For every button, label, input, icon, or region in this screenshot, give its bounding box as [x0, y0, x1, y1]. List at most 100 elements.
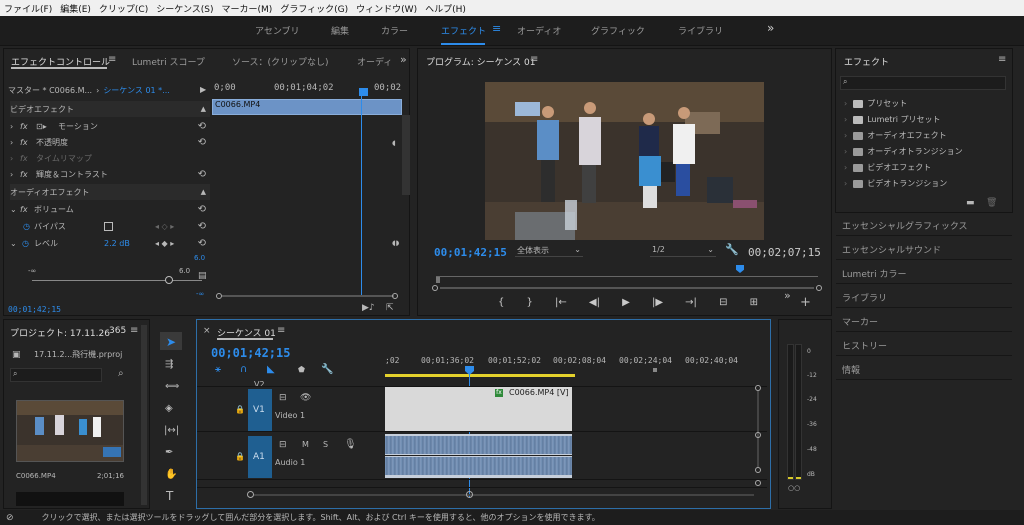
mark-out-button[interactable]: } — [527, 297, 533, 308]
ec-timecode[interactable]: 00;01;42;15 — [8, 305, 61, 314]
menu-graphics[interactable]: グラフィック(G) — [276, 2, 352, 15]
stopwatch-icon[interactable]: ◷ — [10, 222, 34, 231]
fit-dropdown[interactable]: 全体表示 ⌄ — [515, 243, 583, 257]
master-label[interactable]: マスター * C0066.M... — [8, 85, 92, 96]
menu-sequence[interactable]: シーケンス(S) — [152, 2, 217, 15]
playhead-marker[interactable] — [736, 265, 744, 273]
effects-item[interactable]: › オーディオトランジション — [844, 146, 963, 157]
reset-icon[interactable]: ⟲ — [198, 169, 206, 180]
volume-rubberband[interactable] — [385, 455, 572, 456]
bypass-checkbox[interactable] — [104, 221, 113, 231]
panel-menu-icon[interactable]: ≡ — [530, 54, 538, 65]
panel-info[interactable]: 情報 — [836, 358, 1012, 380]
eye-icon[interactable]: 👁 — [300, 393, 311, 403]
zoom-handle-right[interactable] — [392, 293, 398, 299]
close-icon[interactable]: × — [203, 326, 211, 336]
sync-lock-icon[interactable]: ⊟ — [279, 440, 287, 450]
tab-audio-mixer[interactable]: オーディ — [357, 55, 392, 68]
panel-menu-icon[interactable]: ≡ — [130, 325, 138, 336]
wrench-icon[interactable]: 🔧 — [725, 243, 739, 256]
add-button-icon[interactable]: + — [800, 295, 811, 310]
timeline-zoom-bar[interactable] — [247, 491, 757, 499]
reset-icon[interactable]: ⟲ — [198, 137, 206, 148]
collapse-icon[interactable]: ▲ — [201, 105, 206, 113]
keyframe-marker[interactable]: ◖◗ — [392, 239, 399, 247]
slip-tool-icon[interactable]: |↔| — [164, 426, 179, 436]
project-search-input[interactable]: ⌕ — [10, 368, 102, 382]
effects-item[interactable]: › ビデオトランジション — [844, 178, 947, 189]
stopwatch-icon[interactable]: ◷ — [22, 239, 34, 248]
panel-history[interactable]: ヒストリー — [836, 334, 1012, 356]
timeline-ruler[interactable]: ;02 00;01;36;02 00;01;52;02 00;02;08;04 … — [385, 354, 760, 378]
fx-icon[interactable]: fx — [20, 138, 36, 147]
export-icon[interactable]: ⇱ — [386, 303, 394, 313]
pen-tool-icon[interactable]: ✒ — [165, 448, 173, 458]
reset-icon[interactable]: ⟲ — [198, 221, 206, 232]
play-icon[interactable]: ▶ — [200, 86, 206, 94]
track-select-tool-icon[interactable]: ⇶ — [165, 360, 173, 370]
marker-icon[interactable]: ⬟ — [298, 366, 305, 374]
program-timecode[interactable]: 00;01;42;15 — [434, 246, 507, 259]
step-back-button[interactable]: ◀| — [589, 297, 600, 308]
video-clip[interactable]: fx C0066.MP4 [V] — [385, 387, 572, 431]
keyframe-toggle-icon[interactable]: ▤ — [198, 271, 207, 281]
panel-menu-icon[interactable]: ≡ — [998, 54, 1006, 65]
workspace-more-icon[interactable]: » — [767, 21, 774, 35]
ec-clip-bar[interactable]: C0066.MP4 — [212, 99, 402, 115]
program-scrubber[interactable] — [436, 264, 818, 284]
menu-file[interactable]: ファイル(F) — [0, 2, 56, 15]
effect-row-timeremap[interactable]: › fx タイムリマップ — [10, 150, 210, 166]
expand-icon[interactable]: › — [10, 122, 20, 131]
fx-icon[interactable]: fx — [20, 205, 34, 214]
selection-tool-icon[interactable]: ➤ — [166, 336, 176, 348]
workspace-color[interactable]: カラー — [381, 24, 408, 37]
menu-clip[interactable]: クリップ(C) — [95, 2, 152, 15]
mute-button[interactable]: M — [302, 440, 309, 449]
microphone-icon[interactable]: 🎙 — [344, 439, 357, 450]
sequence-label[interactable]: シーケンス 01 *... — [103, 85, 170, 96]
reset-icon[interactable]: ⟲ — [198, 204, 206, 215]
sync-lock-icon[interactable]: ⊟ — [279, 393, 287, 403]
reset-icon[interactable]: ⟲ — [198, 121, 206, 132]
add-marker-icon[interactable]: ◣ — [267, 365, 275, 375]
keyframe-nav-icon[interactable]: ◂ ◆ ▸ — [155, 239, 174, 248]
project-scrollbar[interactable] — [141, 325, 147, 505]
level-slider-handle[interactable] — [165, 276, 173, 284]
panel-markers[interactable]: マーカー — [836, 310, 1012, 332]
track-a1-target[interactable]: A1 — [248, 436, 272, 478]
zoom-handle-right[interactable] — [466, 491, 473, 498]
zoom-handle-left[interactable] — [247, 491, 254, 498]
workspace-libraries[interactable]: ライブラリ — [678, 24, 723, 37]
effects-item[interactable]: › ビデオエフェクト — [844, 162, 931, 173]
settings-wrench-icon[interactable]: 🔧 — [321, 365, 333, 375]
effects-search-input[interactable]: ⌕ — [840, 76, 1006, 90]
hand-tool-icon[interactable]: ✋ — [165, 470, 177, 480]
expand-icon[interactable]: ⌄ — [10, 239, 22, 248]
ec-zoom-bar[interactable] — [212, 293, 402, 299]
ec-scrollbar[interactable] — [402, 115, 410, 195]
panel-essential-graphics[interactable]: エッセンシャルグラフィックス — [836, 214, 1012, 236]
go-to-in-button[interactable]: |← — [555, 297, 567, 308]
menu-edit[interactable]: 編集(E) — [56, 2, 95, 15]
find-icon[interactable]: ⌕ — [118, 368, 124, 379]
ripple-edit-tool-icon[interactable]: ⟺ — [165, 382, 179, 392]
keyframe-marker[interactable]: ◖ — [392, 139, 396, 147]
level-value[interactable]: 2.2 dB — [104, 239, 130, 248]
step-forward-button[interactable]: |▶ — [652, 297, 663, 308]
effect-row-opacity[interactable]: › fx 不透明度 ⟲ — [10, 134, 210, 150]
second-thumbnail[interactable] — [16, 492, 124, 506]
type-tool-icon[interactable]: T — [166, 490, 173, 502]
panel-menu-icon[interactable]: ≡ — [277, 325, 285, 336]
reset-icon[interactable]: ⟲ — [198, 238, 206, 249]
effects-item[interactable]: › プリセット — [844, 98, 907, 109]
tab-source[interactable]: ソース：(クリップなし) — [232, 55, 329, 68]
filter-icon[interactable]: ▶♪ — [362, 303, 375, 313]
level-slider-track[interactable] — [32, 280, 202, 281]
effect-row-volume[interactable]: ⌄ fx ボリューム ⟲ — [10, 201, 210, 217]
scroll-handle-audio[interactable] — [755, 480, 761, 486]
workspace-assembly[interactable]: アセンブリ — [255, 24, 300, 37]
project-file-name[interactable]: 17.11.2...飛行機.prproj — [34, 349, 122, 360]
timeline-timecode[interactable]: 00;01;42;15 — [211, 346, 290, 360]
fx-icon[interactable]: fx — [20, 170, 36, 179]
transform-icon[interactable]: ⊡▸ — [36, 122, 58, 131]
